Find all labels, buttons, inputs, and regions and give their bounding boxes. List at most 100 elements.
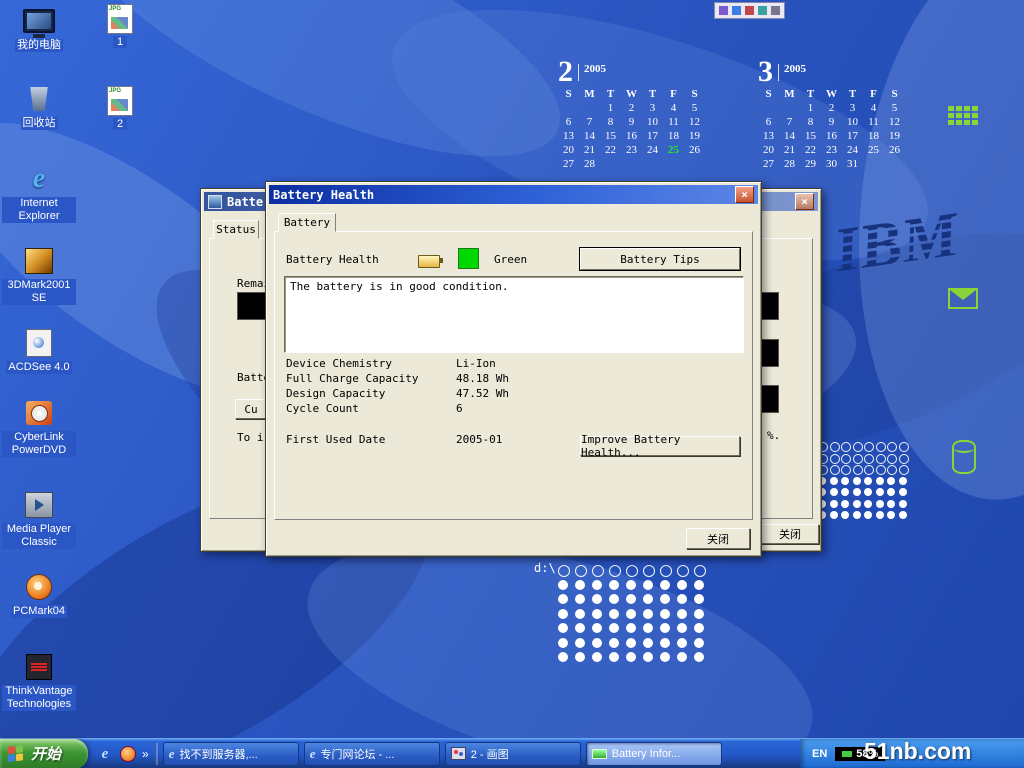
calendar-day: 28 xyxy=(779,157,800,171)
dot xyxy=(694,623,704,633)
task-button-2[interactable]: 专门网论坛 - ... xyxy=(304,742,440,766)
calendar-day: 14 xyxy=(779,129,800,143)
chevron-icon[interactable]: » xyxy=(142,747,149,761)
desktop-shortcut-8[interactable]: PCMark04 xyxy=(2,572,76,618)
desktop-shortcut-4[interactable]: 3DMark2001 SE xyxy=(2,246,76,305)
dot xyxy=(575,594,585,604)
ie-icon xyxy=(310,746,316,762)
tab-battery[interactable]: Battery xyxy=(278,213,336,232)
calendar-day: 1 xyxy=(800,101,821,115)
calendar-day: 5 xyxy=(884,101,905,115)
dot xyxy=(575,609,585,619)
dot xyxy=(853,511,861,519)
dot xyxy=(887,488,895,496)
calendar-1: 22005SMTWTFS1234567891011121314151617181… xyxy=(558,54,708,171)
dot xyxy=(830,500,838,508)
calendar-day xyxy=(663,157,684,171)
file-label: 1 xyxy=(113,36,127,48)
dot xyxy=(876,488,884,496)
current-button[interactable]: Cu xyxy=(235,399,267,419)
task-button-3[interactable]: 2 - 画图 xyxy=(445,742,581,766)
close-icon[interactable]: × xyxy=(795,193,814,210)
quick-launch xyxy=(92,744,138,764)
task-button-4[interactable]: Battery Infor... xyxy=(586,742,722,766)
close-button[interactable]: 关闭 xyxy=(761,524,819,544)
calendar-day: 21 xyxy=(779,143,800,157)
calendar-day: 11 xyxy=(863,115,884,129)
close-icon[interactable]: × xyxy=(735,186,754,203)
dot xyxy=(677,594,687,604)
desktop-shortcut-1[interactable]: 我的电脑 xyxy=(2,6,76,52)
desktop-shortcut-3[interactable]: Internet Explorer xyxy=(2,164,76,223)
dot xyxy=(864,511,872,519)
shortcut-label: 3DMark2001 SE xyxy=(2,279,76,305)
acdsee-icon xyxy=(26,329,52,357)
calendar-day: 16 xyxy=(621,129,642,143)
calendar-year: 2005 xyxy=(784,63,806,75)
dot xyxy=(677,609,687,619)
dot xyxy=(575,652,585,662)
volume-icon[interactable] xyxy=(732,6,741,15)
status-color-square xyxy=(458,248,479,269)
dot xyxy=(643,594,653,604)
desktop-shortcut-6[interactable]: CyberLink PowerDVD xyxy=(2,398,76,457)
to-increase-label: To i xyxy=(237,431,264,444)
desktop-shortcut-5[interactable]: ACDSee 4.0 xyxy=(2,328,76,374)
dot xyxy=(830,488,838,496)
calendar-day xyxy=(621,157,642,171)
desktop-shortcut-9[interactable]: ThinkVantage Technologies xyxy=(2,652,76,711)
improve-battery-health-button[interactable]: Improve Battery Health... xyxy=(580,436,740,456)
desktop-shortcut-2[interactable]: 回收站 xyxy=(2,84,76,130)
desktop-file-2[interactable]: 2 xyxy=(96,86,144,130)
start-button[interactable]: 开始 xyxy=(0,739,88,768)
shortcut-label: ACDSee 4.0 xyxy=(6,361,71,374)
language-indicator[interactable]: EN xyxy=(812,748,827,760)
power-icon[interactable] xyxy=(745,6,754,15)
dot xyxy=(592,580,602,590)
tab-status[interactable]: Status xyxy=(213,220,259,239)
calendar-day: 15 xyxy=(600,129,621,143)
dot xyxy=(592,594,602,604)
calendar-day: 25 xyxy=(663,143,684,157)
field-value: 6 xyxy=(456,402,463,417)
jpg-file-icon xyxy=(107,4,133,34)
calendar-day: 19 xyxy=(884,129,905,143)
dot xyxy=(609,638,619,648)
dot xyxy=(626,652,636,662)
dot xyxy=(592,565,604,577)
calendar-day: 25 xyxy=(863,143,884,157)
dot xyxy=(677,580,687,590)
settings-icon[interactable] xyxy=(771,6,780,15)
display-icon[interactable] xyxy=(719,6,728,15)
dot xyxy=(864,465,874,475)
calendar-day: 3 xyxy=(642,101,663,115)
quick-launch-ie-icon[interactable] xyxy=(95,744,115,764)
battery-tips-button[interactable]: Battery Tips xyxy=(580,248,740,270)
calendar-day: 13 xyxy=(558,129,579,143)
quick-launch-media-icon[interactable] xyxy=(118,744,138,764)
calendar-day xyxy=(579,101,600,115)
title-bar[interactable]: Battery Health × xyxy=(269,185,758,204)
dot xyxy=(694,652,704,662)
calendar-day: 2 xyxy=(821,101,842,115)
dot xyxy=(643,623,653,633)
field-row: Full Charge Capacity48.18 Wh xyxy=(286,372,509,387)
calendar-day xyxy=(758,101,779,115)
field-label: First Used Date xyxy=(286,433,456,448)
desktop-file-1[interactable]: 1 xyxy=(96,4,144,48)
task-button-1[interactable]: 找不到服务器,... xyxy=(163,742,299,766)
svg-text:IBM: IBM xyxy=(829,198,965,286)
calendar-day: 26 xyxy=(884,143,905,157)
dot xyxy=(899,500,907,508)
dot xyxy=(830,454,840,464)
field-row: Device ChemistryLi-Ion xyxy=(286,357,509,372)
calendar-day: 11 xyxy=(663,115,684,129)
close-button[interactable]: 关闭 xyxy=(686,528,750,549)
network-icon[interactable] xyxy=(758,6,767,15)
dot xyxy=(592,638,602,648)
file-label: 2 xyxy=(113,118,127,130)
watermark: 51nb.com xyxy=(864,738,971,765)
calendar-day: 4 xyxy=(663,101,684,115)
desktop-shortcut-7[interactable]: Media Player Classic xyxy=(2,490,76,549)
start-label: 开始 xyxy=(31,743,61,764)
